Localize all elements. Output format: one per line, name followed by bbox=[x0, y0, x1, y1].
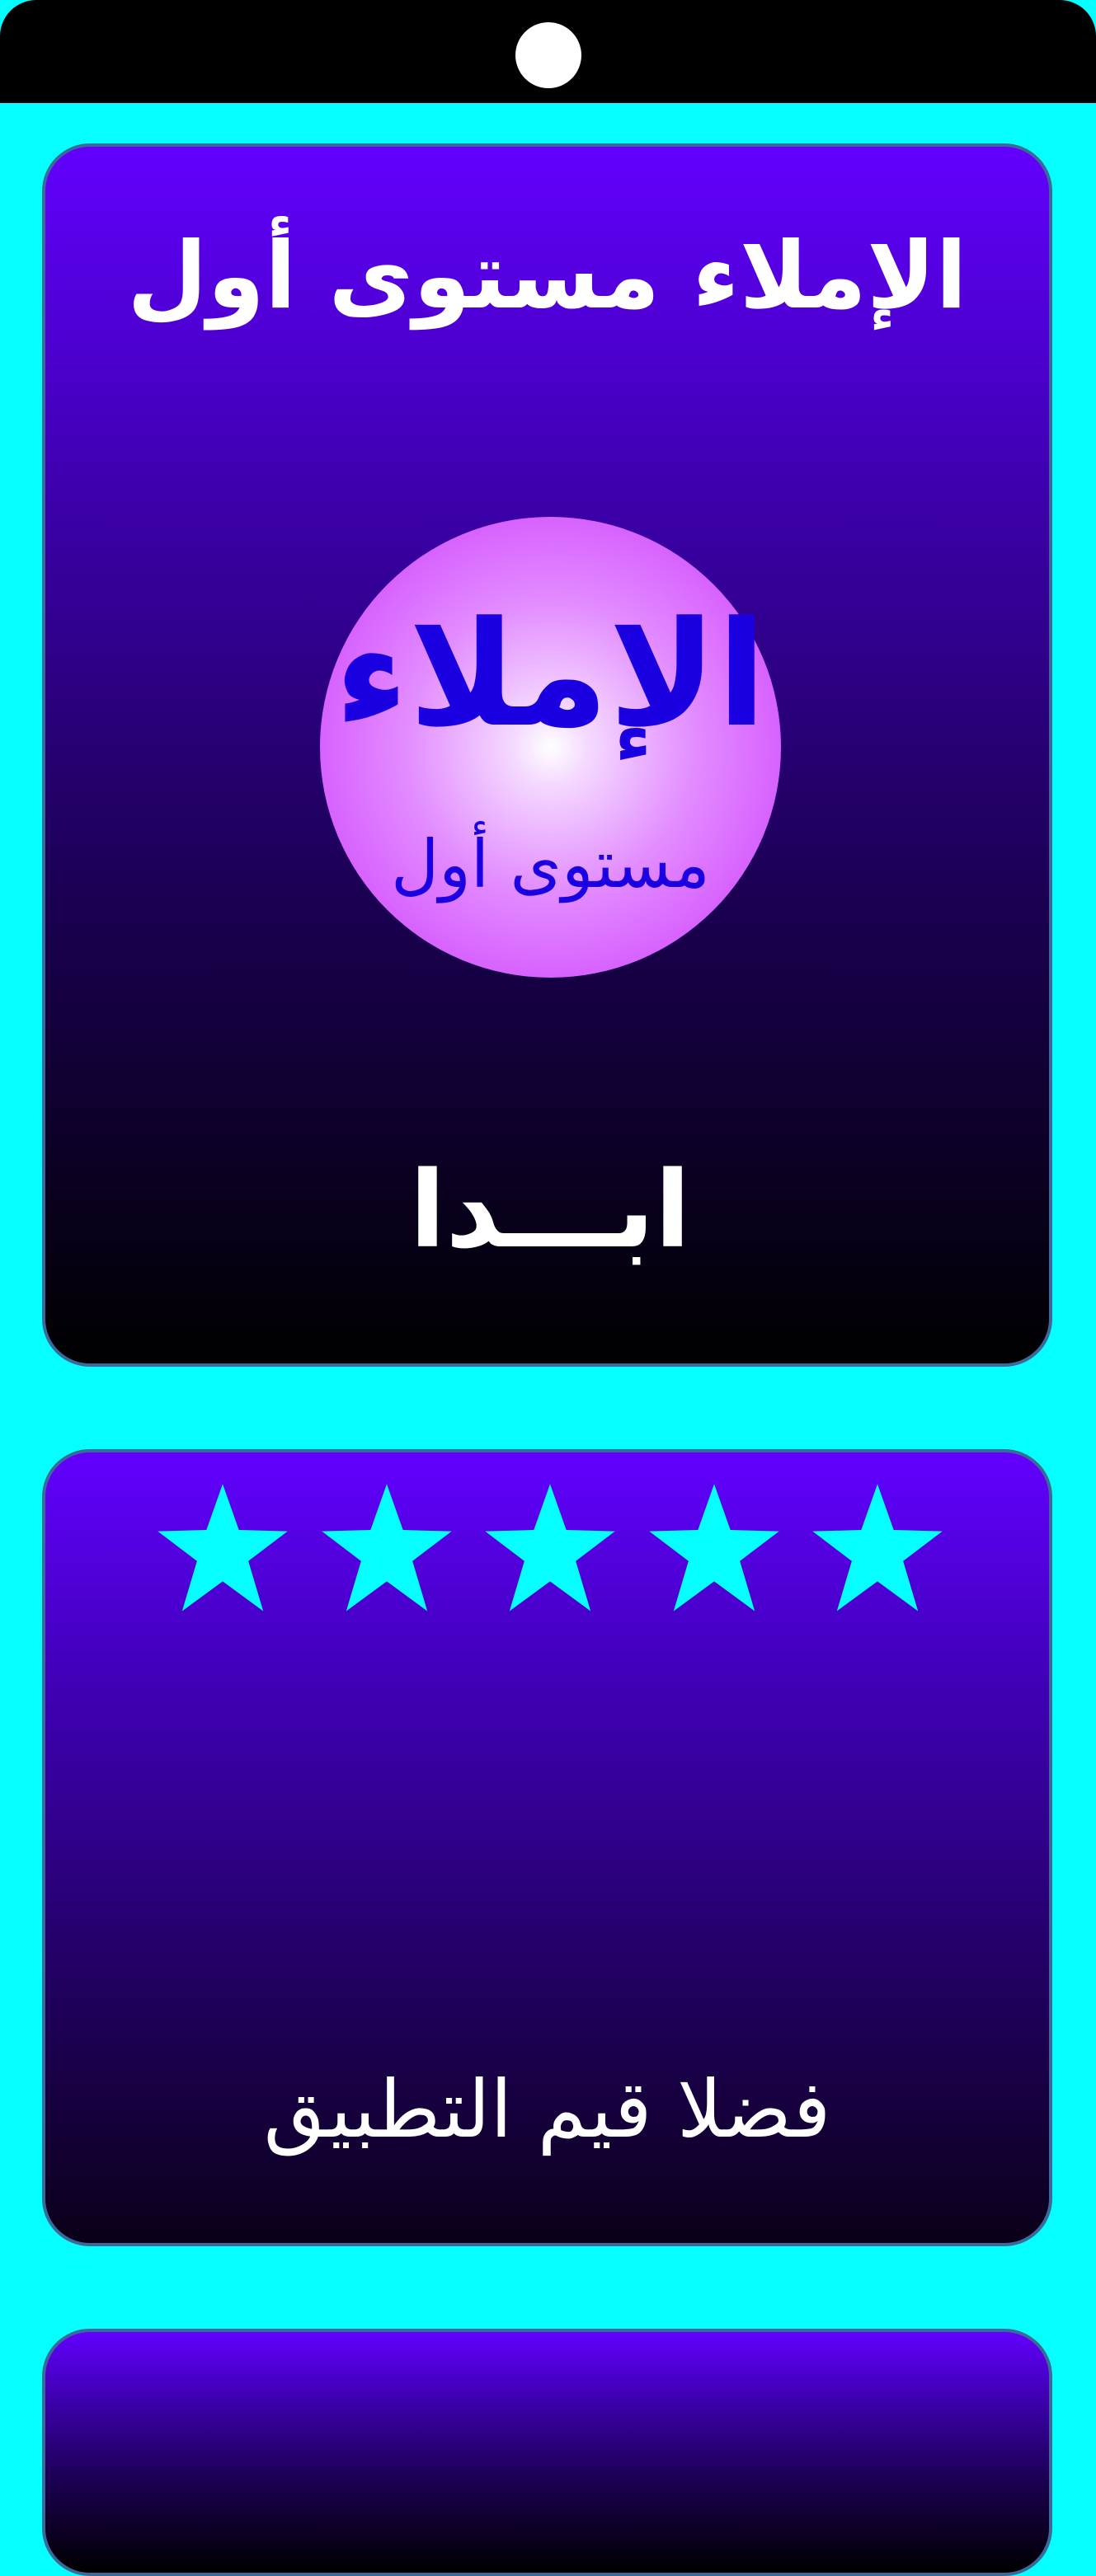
star-icon[interactable] bbox=[319, 1481, 454, 1616]
app-title: الإملاء مستوى أول bbox=[127, 223, 967, 330]
next-card bbox=[42, 2329, 1052, 2576]
star-icon[interactable] bbox=[482, 1481, 618, 1616]
star-icon[interactable] bbox=[647, 1481, 782, 1616]
logo-title: الإملاء bbox=[334, 590, 767, 759]
rating-stars bbox=[155, 1481, 945, 1616]
star-icon[interactable] bbox=[810, 1481, 945, 1616]
start-button[interactable]: ابـــدا bbox=[303, 1149, 797, 1273]
app-logo: الإملاء مستوى أول bbox=[320, 517, 781, 978]
star-icon[interactable] bbox=[155, 1481, 290, 1616]
main-card: الإملاء مستوى أول الإملاء مستوى أول ابــ… bbox=[42, 143, 1052, 1367]
rate-app-label[interactable]: فضلا قيم التطبيق bbox=[45, 2062, 1049, 2157]
rating-card: فضلا قيم التطبيق bbox=[42, 1449, 1052, 2246]
logo-subtitle: مستوى أول bbox=[391, 826, 710, 903]
status-bar bbox=[0, 0, 1096, 103]
camera-cutout bbox=[515, 22, 581, 88]
